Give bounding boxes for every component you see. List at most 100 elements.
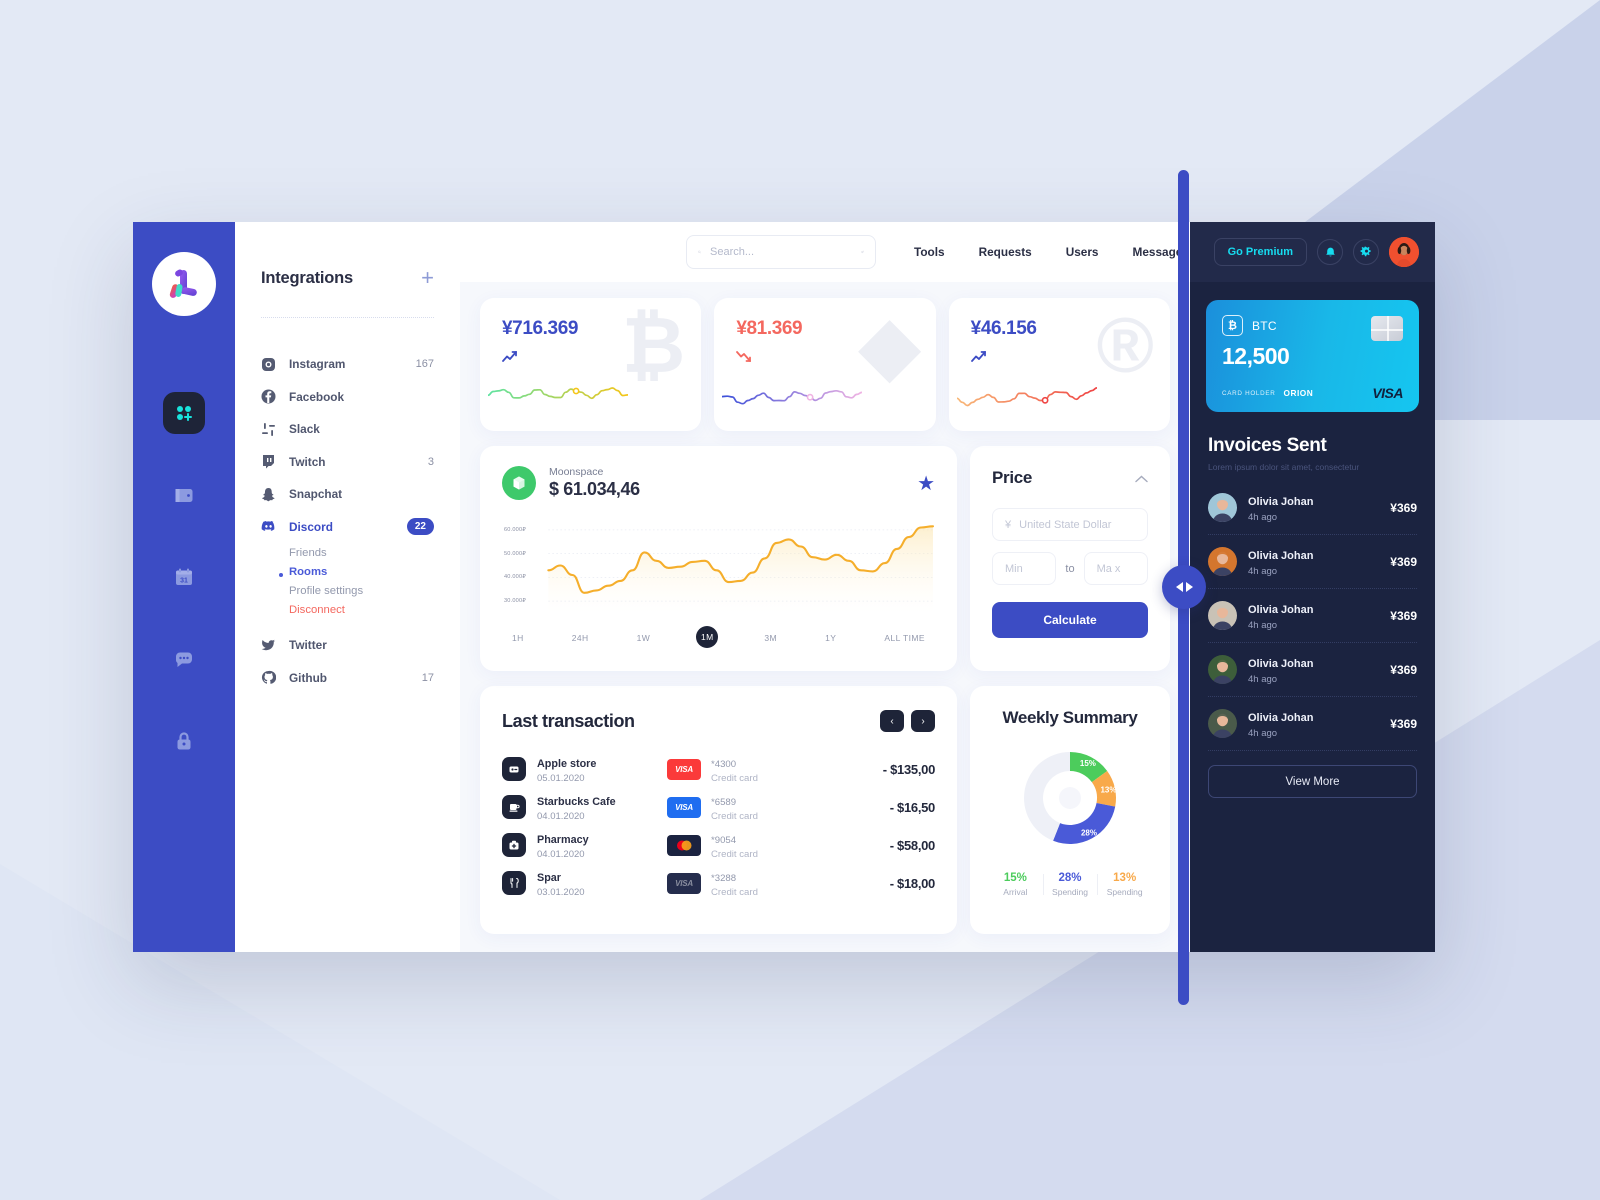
- invoice-row[interactable]: Olivia Johan 4h ago ¥369: [1208, 481, 1417, 535]
- sidebar-item-twitch[interactable]: Twitch 3: [261, 446, 434, 479]
- github-icon: [261, 671, 276, 685]
- range-1y[interactable]: 1Y: [823, 626, 838, 650]
- merchant-name: Spar: [537, 872, 562, 884]
- icon-rail: 31: [133, 222, 235, 952]
- min-max-row: Min to Ma x: [992, 552, 1148, 585]
- arrow-right-icon: [1185, 582, 1193, 592]
- invoice-row[interactable]: Olivia Johan 4h ago ¥369: [1208, 697, 1417, 751]
- sidebar-item-slack[interactable]: Slack: [261, 413, 434, 446]
- chart-svg: [547, 525, 935, 613]
- transaction-row[interactable]: Starbucks Cafe 04.01.2020 VISA *6589 Credit …: [502, 788, 935, 826]
- invoice-time: 4h ago: [1248, 512, 1278, 523]
- invoice-amount: ¥369: [1390, 500, 1417, 515]
- stat-card-2[interactable]: ¥46.156 ®: [948, 298, 1170, 431]
- topnav-requests[interactable]: Requests: [979, 245, 1032, 259]
- twitch-icon: [263, 455, 274, 469]
- view-more-button[interactable]: View More: [1208, 765, 1417, 798]
- transaction-pager: ‹ ›: [880, 710, 935, 732]
- rail-item-messages[interactable]: [163, 638, 205, 680]
- discord-subitem-disconnect[interactable]: Disconnect: [261, 600, 434, 619]
- card-number: *4300: [711, 759, 737, 770]
- transaction-merchant-col: Starbucks Cafe 04.01.2020: [537, 792, 667, 822]
- rail-item-calendar[interactable]: 31: [163, 556, 205, 598]
- sidebar-item-instagram[interactable]: Instagram 167: [261, 348, 434, 381]
- btc-balance-card[interactable]: ₿ BTC 12,500 CARD HOLDER ORION VISA: [1206, 300, 1419, 412]
- invoice-row[interactable]: Olivia Johan 4h ago ¥369: [1208, 535, 1417, 589]
- transaction-title: Last transaction: [502, 710, 635, 731]
- range-1h[interactable]: 1H: [510, 626, 526, 650]
- invoice-row[interactable]: Olivia Johan 4h ago ¥369: [1208, 643, 1417, 697]
- y-axis-tick: 50.000₽: [504, 550, 527, 557]
- search-input[interactable]: [710, 246, 852, 258]
- rail-item-dashboard[interactable]: [163, 392, 205, 434]
- sidebar-item-facebook[interactable]: Facebook: [261, 381, 434, 414]
- range-3m[interactable]: 3M: [762, 626, 779, 650]
- apple-store-icon: [502, 757, 526, 781]
- star-icon[interactable]: ★: [917, 471, 935, 496]
- range-all-time[interactable]: ALL TIME: [882, 626, 927, 650]
- donut-chart: 15% 13% 28%: [1024, 752, 1117, 845]
- add-integration-icon[interactable]: +: [421, 267, 434, 289]
- calculate-button[interactable]: Calculate: [992, 602, 1148, 638]
- range-1w[interactable]: 1W: [635, 626, 653, 650]
- range-24h[interactable]: 24H: [570, 626, 591, 650]
- search-icon: [698, 250, 701, 254]
- rail-item-security[interactable]: [163, 720, 205, 762]
- sidebar-item-snapchat[interactable]: Snapchat: [261, 478, 434, 511]
- sliders-icon: [861, 250, 864, 254]
- stat-card-0[interactable]: ¥716.369 ₿: [480, 298, 702, 431]
- card-holder-name: ORION: [1283, 388, 1314, 398]
- transaction-amount: - $58,00: [889, 837, 936, 853]
- currency-field[interactable]: ¥ United State Dollar: [992, 508, 1148, 541]
- sidebar-item-twitter[interactable]: Twitter: [261, 629, 434, 662]
- cutlery-icon: [502, 871, 526, 895]
- invoices-subtitle: Lorem ipsum dolor sit amet, consectetur: [1208, 462, 1360, 472]
- legend-label: Arrival: [1003, 887, 1028, 897]
- donut-segment-2[interactable]: [1053, 803, 1116, 845]
- transaction-row[interactable]: Spar 03.01.2020 VISA *3288 Credit card - $18,…: [502, 864, 935, 902]
- sidebar-item-label: Instagram: [289, 357, 346, 372]
- discord-subitem-profile-settings[interactable]: Profile settings: [261, 581, 434, 600]
- transaction-row[interactable]: Pharmacy 04.01.2020 *9054 Credit card - $58,…: [502, 826, 935, 864]
- search-box[interactable]: [686, 235, 876, 269]
- middle-row: Moonspace $ 61.034,46 ★ 60.000₽ 50.000₽ …: [480, 446, 1170, 671]
- max-price-field[interactable]: Ma x: [1083, 552, 1148, 585]
- sidebar-item-label: Github: [289, 670, 328, 685]
- sidebar-item-github[interactable]: Github 17: [261, 662, 434, 695]
- chevron-up-icon[interactable]: [1135, 471, 1148, 486]
- panel-resize-handle[interactable]: [1162, 565, 1206, 609]
- settings-button[interactable]: [1353, 239, 1379, 265]
- notifications-button[interactable]: [1317, 239, 1343, 265]
- price-header: Price: [992, 468, 1148, 488]
- card-brand-chip: [667, 834, 701, 856]
- currency-symbol: ¥: [1005, 518, 1012, 531]
- divider: [261, 317, 434, 318]
- wallet-icon: [175, 489, 193, 502]
- topnav-tools[interactable]: Tools: [914, 245, 945, 259]
- topnav-users[interactable]: Users: [1066, 245, 1099, 259]
- sparkline: [722, 389, 863, 405]
- legend-percent: 15%: [1003, 872, 1027, 884]
- prev-transaction-button[interactable]: ‹: [880, 710, 904, 732]
- card-number: *6589: [711, 797, 737, 808]
- min-price-field[interactable]: Min: [992, 552, 1057, 585]
- sidebar-item-discord[interactable]: Discord 22: [261, 511, 434, 544]
- facebook-icon: [261, 389, 276, 404]
- integration-list: Instagram 167 Facebook Slack Twitch 3 Snapchat…: [261, 348, 434, 694]
- transaction-row[interactable]: Apple store 05.01.2020 VISA *4300 Credit car…: [502, 750, 935, 788]
- rail-item-wallet[interactable]: [163, 474, 205, 516]
- slack-icon: [262, 422, 275, 436]
- discord-subitem-rooms[interactable]: Rooms: [261, 562, 434, 581]
- visa-logo: VISA: [675, 802, 693, 812]
- invoice-row[interactable]: Olivia Johan 4h ago ¥369: [1208, 589, 1417, 643]
- go-premium-button[interactable]: Go Premium: [1213, 238, 1307, 266]
- stat-card-1[interactable]: ¥81.369 ◆: [714, 298, 936, 431]
- legend-percent: 13%: [1113, 872, 1137, 884]
- discord-subitem-friends[interactable]: Friends: [261, 543, 434, 562]
- app-logo[interactable]: [152, 252, 216, 316]
- invoice-details: Olivia Johan 4h ago: [1248, 708, 1313, 739]
- range-1m[interactable]: 1M: [696, 626, 719, 648]
- next-transaction-button[interactable]: ›: [911, 710, 935, 732]
- avatar[interactable]: [1389, 237, 1419, 267]
